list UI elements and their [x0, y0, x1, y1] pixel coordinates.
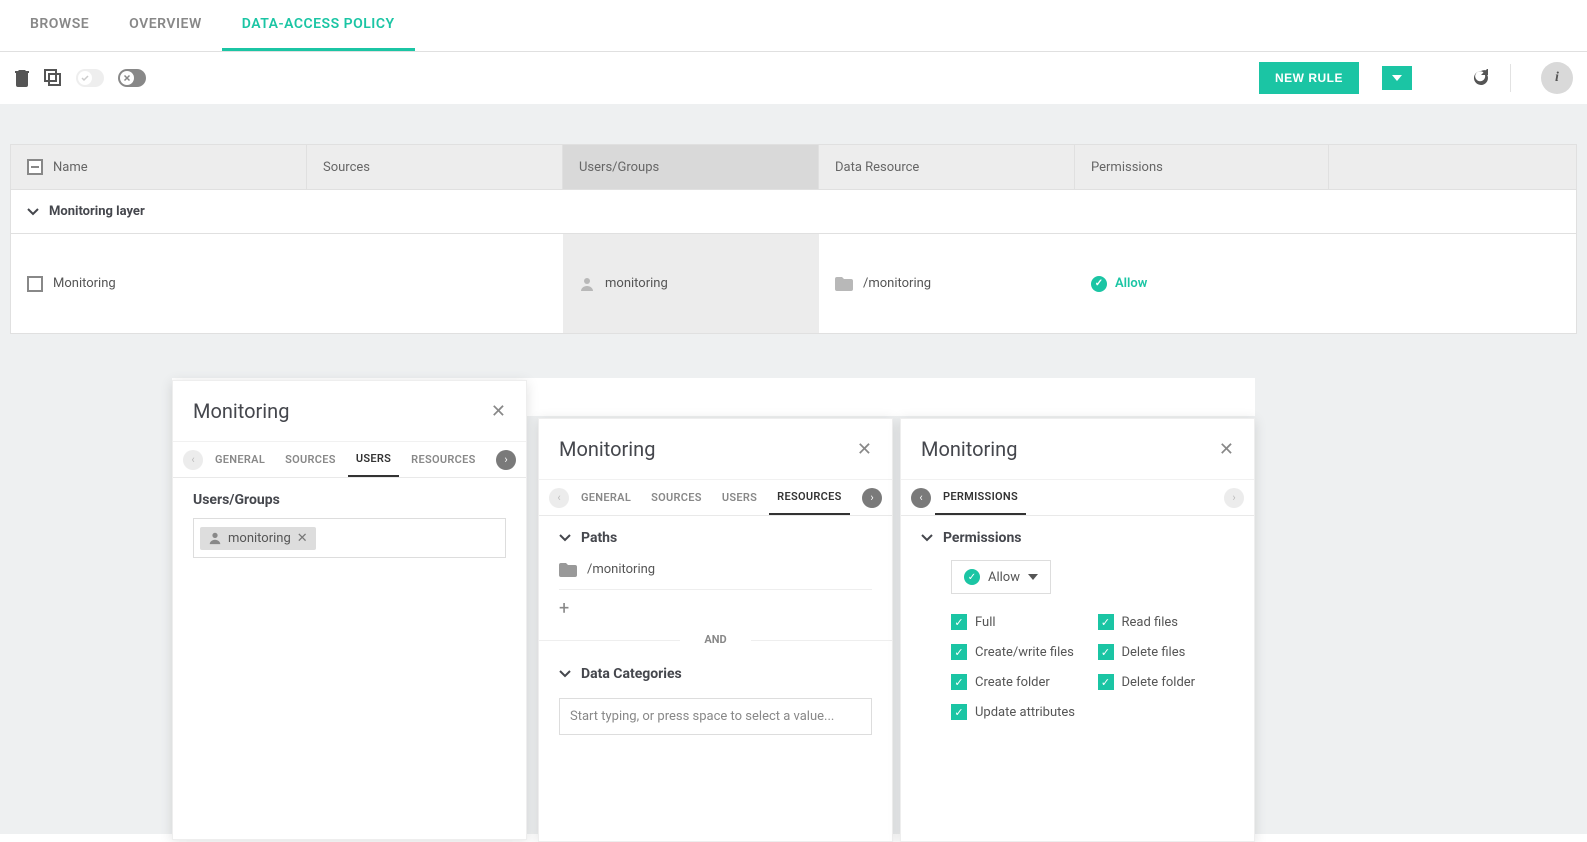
and-separator: AND	[539, 633, 892, 646]
chip-remove-icon[interactable]: ✕	[297, 531, 308, 546]
user-icon	[208, 531, 222, 545]
folder-icon	[835, 277, 853, 291]
checkbox-checked-icon: ✓	[951, 674, 967, 690]
section-users-groups: Users/Groups	[173, 478, 526, 518]
new-rule-dropdown[interactable]	[1382, 66, 1412, 90]
chevron-down-icon	[559, 670, 571, 678]
nav-prev-icon[interactable]: ‹	[183, 450, 203, 470]
path-item[interactable]: /monitoring	[539, 556, 892, 583]
toggle-x-icon[interactable]	[118, 69, 146, 87]
toggle-check-icon[interactable]	[76, 69, 104, 87]
tab-overview[interactable]: OVERVIEW	[109, 0, 222, 51]
col-users[interactable]: Users/Groups	[563, 145, 819, 189]
row-sources	[307, 234, 563, 333]
path-value: /monitoring	[587, 562, 655, 577]
new-rule-button[interactable]: NEW RULE	[1259, 62, 1359, 94]
ptab-users[interactable]: USERS	[714, 481, 765, 514]
ptab-sources[interactable]: SOURCES	[643, 481, 710, 514]
copy-icon[interactable]	[44, 69, 62, 87]
checkbox-checked-icon: ✓	[951, 704, 967, 720]
chevron-down-icon	[27, 208, 39, 216]
col-permissions[interactable]: Permissions	[1075, 145, 1329, 189]
section-paths[interactable]: Paths	[539, 516, 892, 556]
row-checkbox[interactable]	[27, 276, 43, 292]
tab-browse[interactable]: BROWSE	[10, 0, 109, 51]
perm-read-files[interactable]: ✓Read files	[1098, 614, 1235, 630]
ptab-permissions[interactable]: PERMISSIONS	[935, 480, 1026, 515]
tab-data-access-policy[interactable]: DATA-ACCESS POLICY	[222, 0, 415, 51]
perm-create-folder[interactable]: ✓Create folder	[951, 674, 1088, 690]
nav-next-icon[interactable]: ›	[1224, 488, 1244, 508]
perm-create-write[interactable]: ✓Create/write files	[951, 644, 1088, 660]
checkbox-checked-icon: ✓	[1098, 674, 1114, 690]
caret-down-icon	[1028, 574, 1038, 580]
user-chip: monitoring ✕	[200, 527, 316, 550]
panel-title: Monitoring	[559, 437, 655, 461]
check-circle-icon: ✓	[964, 569, 980, 585]
user-icon	[579, 276, 595, 292]
ptab-resources[interactable]: RESOURCES	[769, 480, 850, 515]
checkbox-checked-icon: ✓	[951, 644, 967, 660]
perm-delete-folder[interactable]: ✓Delete folder	[1098, 674, 1235, 690]
nav-prev-icon[interactable]: ‹	[911, 488, 931, 508]
nav-next-icon[interactable]: ›	[862, 488, 882, 508]
perm-full[interactable]: ✓Full	[951, 614, 1088, 630]
top-tabs: BROWSE OVERVIEW DATA-ACCESS POLICY	[0, 0, 1587, 52]
refresh-icon[interactable]	[1472, 69, 1490, 87]
check-circle-icon: ✓	[1091, 276, 1107, 292]
col-name-label: Name	[53, 160, 88, 175]
divider	[1510, 64, 1511, 92]
permission-type-select[interactable]: ✓ Allow	[951, 560, 1051, 594]
panel-permissions: Monitoring ✕ ‹ PERMISSIONS › Permissions…	[900, 418, 1255, 842]
chevron-down-icon	[921, 534, 933, 542]
col-name[interactable]: Name	[11, 145, 307, 189]
nav-next-icon[interactable]: ›	[496, 450, 516, 470]
panel-title: Monitoring	[193, 399, 289, 423]
section-permissions[interactable]: Permissions	[901, 516, 1254, 556]
panel-resources: Monitoring ✕ ‹ GENERAL SOURCES USERS RES…	[538, 418, 893, 842]
data-categories-input[interactable]: Start typing, or press space to select a…	[559, 698, 872, 735]
toolbar: NEW RULE i	[0, 52, 1587, 104]
perm-delete-files[interactable]: ✓Delete files	[1098, 644, 1235, 660]
ptab-general[interactable]: GENERAL	[207, 443, 273, 476]
trash-icon[interactable]	[14, 69, 30, 87]
ptab-general[interactable]: GENERAL	[573, 481, 639, 514]
group-row[interactable]: Monitoring layer	[10, 190, 1577, 234]
users-chip-input[interactable]: monitoring ✕	[193, 518, 506, 558]
ptab-users[interactable]: USERS	[348, 442, 399, 477]
close-icon[interactable]: ✕	[857, 439, 872, 460]
info-icon[interactable]: i	[1541, 62, 1573, 94]
col-resource[interactable]: Data Resource	[819, 145, 1075, 189]
row-name: Monitoring	[53, 276, 116, 291]
group-label: Monitoring layer	[49, 204, 145, 219]
select-all-checkbox[interactable]	[27, 159, 43, 175]
close-icon[interactable]: ✕	[1219, 439, 1234, 460]
row-resource: /monitoring	[863, 276, 931, 291]
checkbox-checked-icon: ✓	[1098, 614, 1114, 630]
section-data-categories[interactable]: Data Categories	[539, 652, 892, 692]
folder-icon	[559, 563, 577, 577]
perm-update-attrs[interactable]: ✓Update attributes	[951, 704, 1088, 720]
grid-header-row: Name Sources Users/Groups Data Resource …	[10, 144, 1577, 190]
row-user: monitoring	[605, 276, 668, 291]
close-icon[interactable]: ✕	[491, 401, 506, 422]
add-path-button[interactable]: +	[539, 590, 892, 627]
chip-label: monitoring	[228, 531, 291, 546]
ptab-sources[interactable]: SOURCES	[277, 443, 344, 476]
col-spacer	[1329, 145, 1576, 189]
panel-users: Monitoring ✕ ‹ GENERAL SOURCES USERS RES…	[172, 380, 527, 840]
checkbox-checked-icon: ✓	[951, 614, 967, 630]
permission-allow: ✓ Allow	[1091, 276, 1147, 292]
checkbox-checked-icon: ✓	[1098, 644, 1114, 660]
col-sources[interactable]: Sources	[307, 145, 563, 189]
ptab-resources[interactable]: RESOURCES	[403, 443, 484, 476]
chevron-down-icon	[559, 534, 571, 542]
nav-prev-icon[interactable]: ‹	[549, 488, 569, 508]
table-row[interactable]: Monitoring monitoring /monitoring ✓ Allo…	[10, 234, 1577, 334]
panel-title: Monitoring	[921, 437, 1017, 461]
